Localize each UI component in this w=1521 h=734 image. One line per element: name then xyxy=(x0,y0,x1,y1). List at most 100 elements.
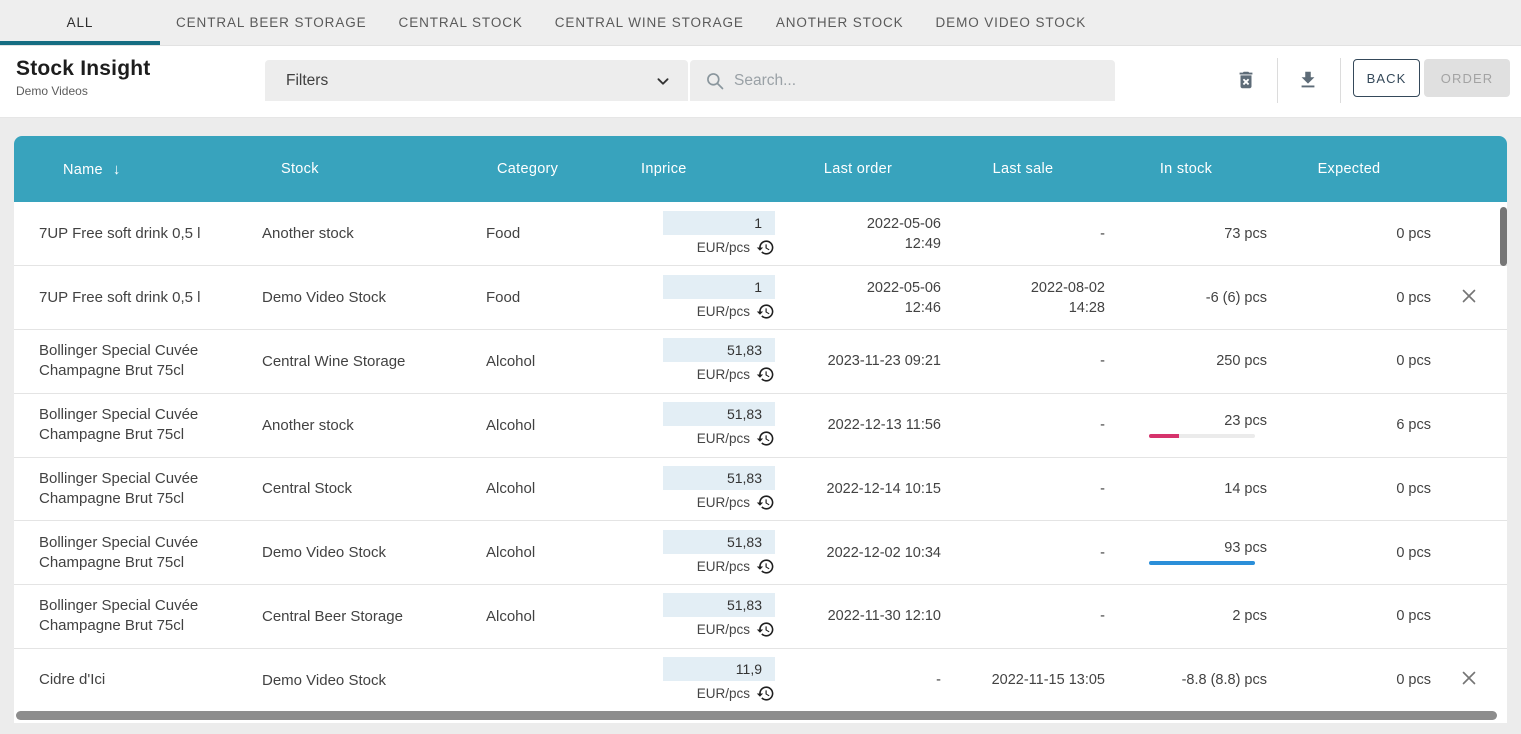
cell-actions xyxy=(1431,521,1507,585)
column-header-expected[interactable]: Expected xyxy=(1267,136,1431,202)
cell-actions xyxy=(1431,457,1507,521)
cell-last-sale-text: - xyxy=(1100,226,1105,242)
inprice-value: 51,83 xyxy=(663,338,775,362)
in-stock-value: -8.8 (8.8) pcs xyxy=(1105,672,1267,688)
table-row[interactable]: Bollinger Special Cuvée Champagne Brut 7… xyxy=(14,330,1507,394)
column-header-in-stock[interactable]: In stock xyxy=(1105,136,1267,202)
cell-inprice: 51,83EUR/pcs xyxy=(624,330,775,394)
column-label: Category xyxy=(497,161,558,177)
table-row[interactable]: Bollinger Special Cuvée Champagne Brut 7… xyxy=(14,393,1507,457)
inprice-unit: EUR/pcs xyxy=(697,431,750,446)
table-row[interactable]: 7UP Free soft drink 0,5 lDemo Video Stoc… xyxy=(14,266,1507,330)
tab-another-stock[interactable]: ANOTHER STOCK xyxy=(760,0,920,45)
column-header-last-order[interactable]: Last order xyxy=(775,136,941,202)
search-box xyxy=(690,60,1115,101)
cell-last-sale: 2022-11-15 13:05 xyxy=(941,648,1105,712)
in-stock-value: 2 pcs xyxy=(1105,608,1267,624)
column-header-stock[interactable]: Stock xyxy=(262,136,486,202)
column-header-category[interactable]: Category xyxy=(486,136,624,202)
cell-last-order-text: - xyxy=(936,672,941,688)
cell-last-sale-text: - xyxy=(1100,545,1105,561)
column-header-last-sale[interactable]: Last sale xyxy=(941,136,1105,202)
cell-name: 7UP Free soft drink 0,5 l xyxy=(14,266,262,330)
inprice-unit: EUR/pcs xyxy=(697,559,750,574)
cell-stock: Central Wine Storage xyxy=(262,330,486,394)
cell-expected: 0 pcs xyxy=(1267,266,1431,330)
inprice-unit: EUR/pcs xyxy=(697,686,750,701)
stock-level-bar xyxy=(1149,561,1255,565)
cell-last-order-text: 2022-12-02 10:34 xyxy=(827,545,942,561)
in-stock-value: 23 pcs xyxy=(1105,413,1267,429)
page-title: Stock Insight xyxy=(16,57,150,81)
tab-central-stock[interactable]: CENTRAL STOCK xyxy=(383,0,539,45)
remove-row-button[interactable] xyxy=(1458,285,1480,307)
column-label: Expected xyxy=(1318,161,1381,177)
tab-demo-video-stock[interactable]: DEMO VIDEO STOCK xyxy=(920,0,1103,45)
table-row[interactable]: Bollinger Special Cuvée Champagne Brut 7… xyxy=(14,585,1507,649)
filters-select[interactable]: Filters xyxy=(265,60,688,101)
cell-in-stock: 73 pcs xyxy=(1105,202,1267,266)
table-row[interactable]: 7UP Free soft drink 0,5 lAnother stockFo… xyxy=(14,202,1507,266)
cell-in-stock: 93 pcs xyxy=(1105,521,1267,585)
remove-row-button[interactable] xyxy=(1458,667,1480,689)
in-stock-value: 14 pcs xyxy=(1105,481,1267,497)
column-header-inprice[interactable]: Inprice xyxy=(624,136,775,202)
cell-last-sale-text: - xyxy=(1100,353,1105,369)
price-history-icon[interactable] xyxy=(756,493,775,512)
cell-actions xyxy=(1431,266,1507,330)
cell-stock: Another stock xyxy=(262,393,486,457)
order-button[interactable]: ORDER xyxy=(1424,59,1510,97)
cell-in-stock: 250 pcs xyxy=(1105,330,1267,394)
close-icon xyxy=(1458,667,1480,689)
horizontal-scrollbar-thumb[interactable] xyxy=(16,711,1497,720)
cell-category: Food xyxy=(486,202,624,266)
toolbar-divider xyxy=(1277,58,1278,103)
cell-category: Alcohol xyxy=(486,521,624,585)
storage-tabs: ALLCENTRAL BEER STORAGECENTRAL STOCKCENT… xyxy=(0,0,1521,46)
cell-last-order: 2022-12-02 10:34 xyxy=(775,521,941,585)
back-button[interactable]: BACK xyxy=(1353,59,1420,97)
delete-button[interactable] xyxy=(1226,60,1266,100)
cell-last-order: 2022-05-0612:49 xyxy=(775,202,941,266)
price-history-icon[interactable] xyxy=(756,620,775,639)
cell-last-order: 2022-12-13 11:56 xyxy=(775,393,941,457)
inprice-unit: EUR/pcs xyxy=(697,622,750,637)
table-row[interactable]: Cidre d'IciDemo Video Stock11,9EUR/pcs-2… xyxy=(14,648,1507,712)
tab-central-wine-storage[interactable]: CENTRAL WINE STORAGE xyxy=(539,0,760,45)
price-history-icon[interactable] xyxy=(756,429,775,448)
tab-central-beer-storage[interactable]: CENTRAL BEER STORAGE xyxy=(160,0,383,45)
column-header-name[interactable]: Name↓ xyxy=(14,136,262,202)
price-history-icon[interactable] xyxy=(756,238,775,257)
download-icon xyxy=(1297,69,1319,91)
download-button[interactable] xyxy=(1288,60,1328,100)
table-row[interactable]: Bollinger Special Cuvée Champagne Brut 7… xyxy=(14,521,1507,585)
cell-stock: Another stock xyxy=(262,202,486,266)
cell-category: Food xyxy=(486,266,624,330)
cell-category: Alcohol xyxy=(486,330,624,394)
table-row[interactable]: Bollinger Special Cuvée Champagne Brut 7… xyxy=(14,457,1507,521)
cell-last-sale-text: - xyxy=(1100,481,1105,497)
tab-all[interactable]: ALL xyxy=(0,0,160,45)
inprice-value: 51,83 xyxy=(663,593,775,617)
price-history-icon[interactable] xyxy=(756,302,775,321)
cell-expected: 6 pcs xyxy=(1267,393,1431,457)
price-history-icon[interactable] xyxy=(756,557,775,576)
search-input[interactable] xyxy=(734,72,1115,90)
cell-stock: Central Stock xyxy=(262,457,486,521)
cell-last-order-text: 2022-12-13 11:56 xyxy=(828,417,941,433)
vertical-scrollbar-thumb[interactable] xyxy=(1500,207,1507,266)
cell-inprice: 51,83EUR/pcs xyxy=(624,393,775,457)
cell-last-sale: - xyxy=(941,585,1105,649)
price-history-icon[interactable] xyxy=(756,684,775,703)
cell-category xyxy=(486,648,624,712)
price-history-icon[interactable] xyxy=(756,365,775,384)
filters-label: Filters xyxy=(286,72,328,90)
stock-table: Name↓Stock Category InpriceLast orderLast … xyxy=(14,136,1507,723)
cell-last-sale-text: 14:28 xyxy=(1069,300,1105,316)
inprice-unit: EUR/pcs xyxy=(697,304,750,319)
inprice-value: 51,83 xyxy=(663,466,775,490)
in-stock-value: 93 pcs xyxy=(1105,540,1267,556)
cell-actions xyxy=(1431,648,1507,712)
cell-last-sale: - xyxy=(941,330,1105,394)
cell-name: Bollinger Special Cuvée Champagne Brut 7… xyxy=(14,330,262,394)
